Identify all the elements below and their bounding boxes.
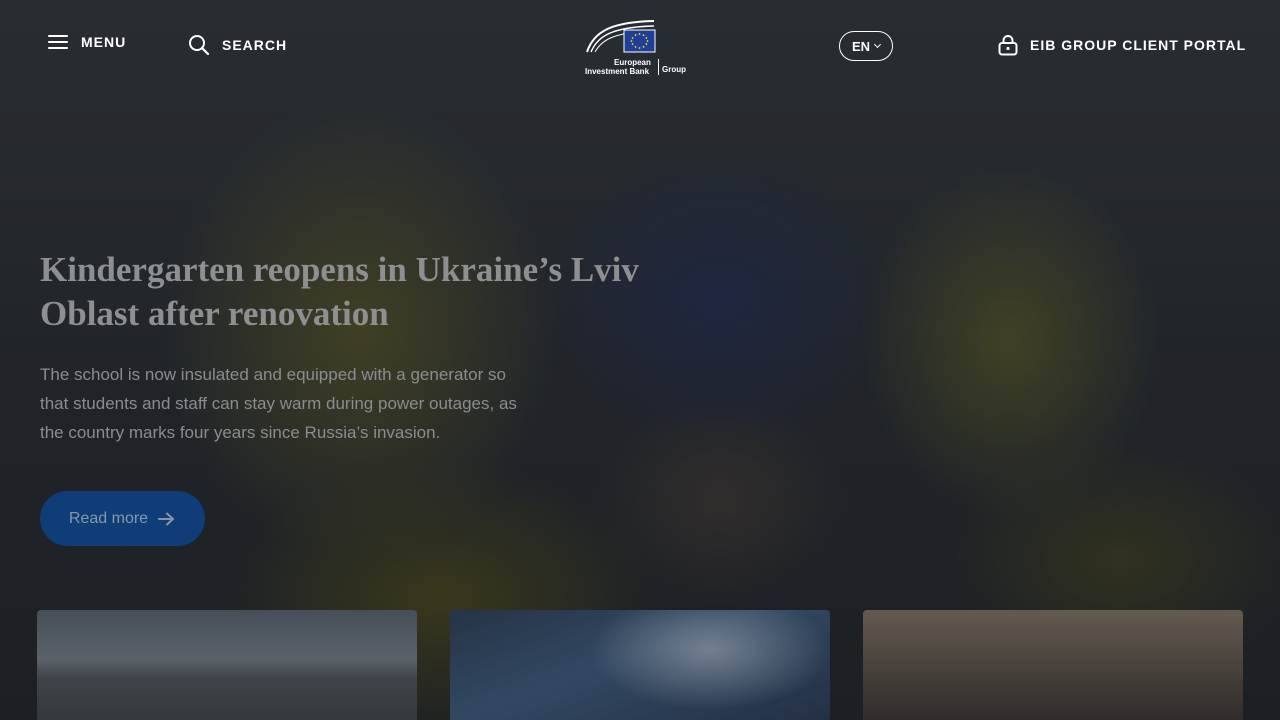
logo-text-group: Group [662, 65, 686, 74]
logo-text-european: European [614, 58, 651, 67]
news-card-2-image[interactable] [450, 610, 830, 720]
hero-description: The school is now insulated and equipped… [40, 365, 517, 442]
hamburger-icon [48, 35, 68, 49]
card-shade [450, 610, 830, 720]
news-cards [0, 610, 1280, 720]
arrow-right-icon [158, 512, 175, 525]
search-icon [189, 35, 210, 56]
news-card-1-image[interactable] [37, 610, 417, 720]
logo-text-investment-bank: Investment Bank [585, 67, 650, 76]
client-portal-link[interactable]: EIB GROUP CLIENT PORTAL [998, 34, 1246, 56]
read-more-label: Read more [68, 509, 149, 527]
card-shade [863, 610, 1243, 720]
site-header: MENU SEARCH European Investment Bank Gro… [0, 0, 1280, 92]
language-label: EN [851, 38, 871, 54]
hero-title[interactable]: Kindergarten reopens in Ukraine’s Lviv O… [40, 248, 680, 336]
news-card-3-image[interactable] [863, 610, 1243, 720]
client-portal-label: EIB GROUP CLIENT PORTAL [1030, 37, 1247, 53]
read-more-button[interactable]: Read more [40, 491, 205, 546]
language-selector[interactable]: EN [839, 31, 893, 61]
menu-label: MENU [81, 34, 127, 50]
eib-logo-mark [586, 20, 656, 53]
chevron-down-icon [873, 40, 882, 49]
menu-button[interactable]: MENU [48, 34, 126, 50]
lock-icon [998, 35, 1018, 56]
card-shade [37, 610, 417, 720]
eib-group-logo[interactable]: European Investment Bank Group [584, 19, 694, 79]
search-button[interactable]: SEARCH [188, 34, 287, 56]
logo-divider [658, 59, 659, 75]
search-label: SEARCH [222, 37, 288, 53]
